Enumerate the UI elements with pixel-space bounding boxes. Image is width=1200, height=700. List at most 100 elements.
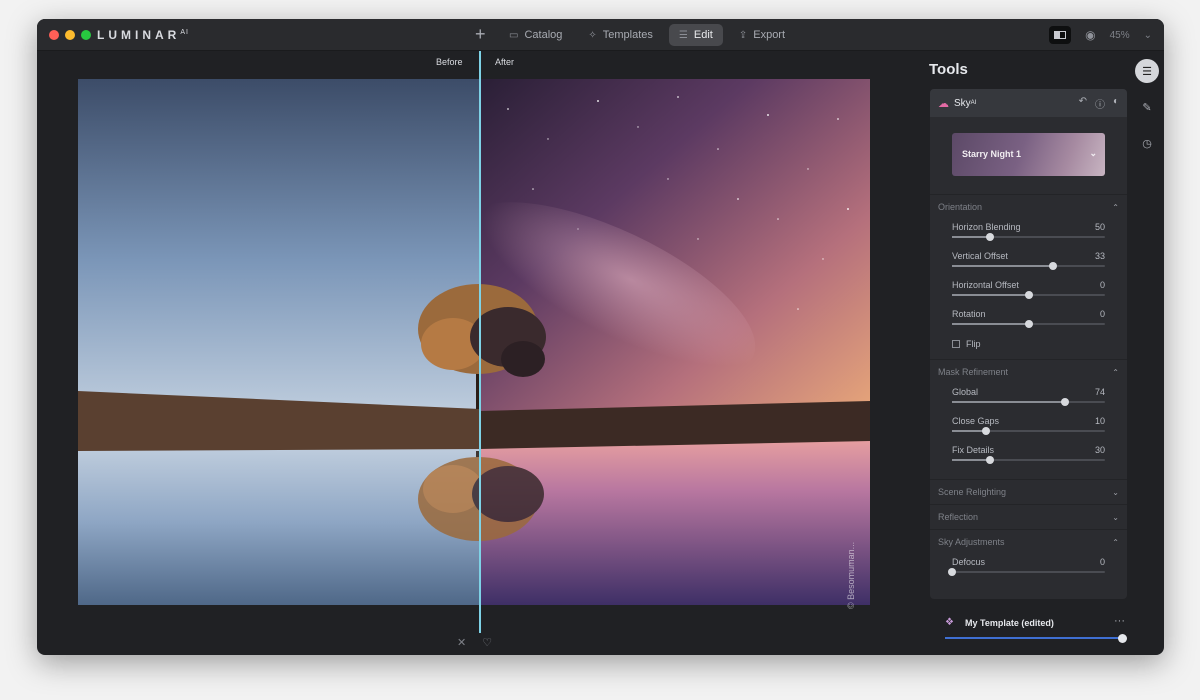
slider-knob[interactable] [1118, 634, 1127, 643]
compare-toggle-button[interactable] [1049, 26, 1072, 44]
sky-tool-panel: ☁ Sky AI ↶ ⓘ ◐ Starry Night 1 ⌄ Orientati… [930, 89, 1127, 599]
app-logo: LUMINARAI [97, 28, 189, 42]
undo-icon[interactable]: ↶ [1079, 96, 1087, 111]
section-sky-adjustments-title: Sky Adjustments [938, 537, 1005, 547]
template-amount-slider[interactable] [945, 634, 1127, 643]
minimize-window-button[interactable] [65, 30, 75, 40]
tab-edit-label: Edit [693, 29, 713, 41]
reject-icon[interactable]: ✕ [457, 636, 466, 649]
slider-label: Close Gaps [952, 416, 1000, 426]
template-name: My Template (edited) [965, 618, 1054, 628]
section-scene-relighting-title: Scene Relighting [938, 487, 1007, 497]
slider-value: 74 [1094, 387, 1105, 397]
tab-catalog[interactable]: ▭ Catalog [499, 24, 572, 46]
chevron-down-icon: ⌄ [1089, 148, 1097, 158]
slider-label: Fix Details [952, 445, 995, 455]
sky-preset-selector[interactable]: Starry Night 1 ⌄ [952, 133, 1105, 176]
section-sky-adjustments: Sky Adjustments ⌃ Defocus 0 [930, 529, 1127, 583]
sky-panel-header[interactable]: ☁ Sky AI ↶ ⓘ ◐ [930, 89, 1127, 117]
slider-track[interactable] [952, 262, 1105, 270]
toolbar-right: ◉ 45% ⌄ [1049, 26, 1152, 44]
main-nav: ▭ Catalog ✧ Templates ☰ Edit ⇪ Export [499, 24, 795, 46]
compare-icon [1054, 31, 1067, 39]
slider-label: Rotation [952, 309, 986, 319]
before-label: Before [436, 57, 463, 67]
eye-icon[interactable]: ◉ [1085, 28, 1095, 42]
add-photos-button[interactable]: + [475, 24, 486, 45]
section-sky-adjustments-header[interactable]: Sky Adjustments ⌃ [938, 530, 1119, 554]
favorite-icon[interactable]: ♡ [482, 636, 492, 649]
slider-fill [952, 459, 991, 461]
history-icon[interactable]: ◷ [1135, 131, 1159, 155]
slider-defocus[interactable]: Defocus 0 [948, 554, 1105, 583]
photo-image [78, 79, 870, 605]
slider-knob[interactable] [986, 233, 995, 241]
chevron-down-icon[interactable]: ⌄ [1144, 30, 1152, 41]
slider-value: 0 [1099, 309, 1105, 319]
slider-knob[interactable] [1061, 398, 1070, 406]
slider-track[interactable] [948, 568, 1105, 576]
slider-track[interactable] [952, 291, 1105, 299]
slider-value: 33 [1094, 251, 1105, 261]
slider-value: 30 [1094, 445, 1105, 455]
chevron-down-icon: ⌄ [1112, 487, 1119, 497]
slider-fill [952, 265, 1053, 267]
slider-label: Vertical Offset [952, 251, 1008, 261]
flip-checkbox-row[interactable]: Flip [952, 339, 1105, 349]
before-after-divider[interactable] [479, 51, 481, 633]
more-icon[interactable]: ··· [1114, 615, 1125, 627]
toggle-icon[interactable]: ◐ [1113, 96, 1119, 111]
section-orientation-title: Orientation [938, 202, 983, 212]
slider-value: 0 [1099, 280, 1105, 290]
slider-fill [952, 401, 1066, 403]
tab-edit[interactable]: ☰ Edit [668, 24, 723, 46]
slider-knob[interactable] [948, 568, 956, 576]
photo-canvas[interactable] [78, 79, 870, 605]
slider-vertical-offset[interactable]: Vertical Offset 33 [952, 248, 1105, 277]
slider-horizontal-offset[interactable]: Horizontal Offset 0 [952, 277, 1105, 306]
window-controls [49, 30, 91, 40]
sliders-icon[interactable]: ☰ [1135, 59, 1159, 83]
slider-value: 10 [1094, 416, 1105, 426]
tab-catalog-label: Catalog [524, 29, 563, 41]
slider-track[interactable] [952, 456, 1105, 464]
slider-knob[interactable] [1048, 262, 1057, 270]
slider-knob[interactable] [1024, 320, 1033, 328]
section-orientation-header[interactable]: Orientation ⌃ [938, 195, 1119, 219]
close-window-button[interactable] [49, 30, 59, 40]
slider-track[interactable] [952, 427, 1105, 435]
chevron-up-icon: ⌃ [1112, 367, 1119, 377]
slider-fill [952, 236, 991, 238]
slider-horizon-blending[interactable]: Horizon Blending 50 [952, 219, 1105, 248]
slider-track[interactable] [952, 398, 1105, 406]
cloud-icon: ☁ [938, 97, 949, 110]
slider-knob[interactable] [981, 427, 990, 435]
section-mask-header[interactable]: Mask Refinement ⌃ [938, 360, 1119, 384]
tools-title: Tools [929, 61, 968, 78]
slider-track[interactable] [952, 233, 1105, 241]
slider-knob[interactable] [1024, 291, 1033, 299]
slider-knob[interactable] [986, 456, 995, 464]
info-icon[interactable]: ⓘ [1095, 96, 1105, 111]
tab-templates[interactable]: ✧ Templates [578, 24, 663, 46]
section-scene-relighting-header[interactable]: Scene Relighting ⌄ [938, 480, 1119, 504]
tab-export[interactable]: ⇪ Export [729, 24, 795, 46]
zoom-level[interactable]: 45% [1110, 30, 1130, 41]
slider-global[interactable]: Global 74 [952, 384, 1105, 413]
folder-icon: ▭ [509, 29, 519, 41]
slider-value: 50 [1094, 222, 1105, 232]
section-reflection-header[interactable]: Reflection ⌄ [938, 505, 1119, 529]
slider-close-gaps[interactable]: Close Gaps 10 [952, 413, 1105, 442]
chevron-down-icon: ⌄ [1112, 512, 1119, 522]
flip-checkbox[interactable] [952, 340, 960, 348]
slider-label: Global [952, 387, 979, 397]
zoom-window-button[interactable] [81, 30, 91, 40]
slider-fix-details[interactable]: Fix Details 30 [952, 442, 1105, 471]
section-orientation: Orientation ⌃ Horizon Blending 50 Vertic… [930, 194, 1127, 349]
logo-sup: AI [180, 29, 189, 36]
brush-icon[interactable]: ✎ [1135, 95, 1159, 119]
slider-value: 0 [1099, 557, 1105, 567]
slider-rotation[interactable]: Rotation 0 [952, 306, 1105, 335]
slider-track[interactable] [952, 320, 1105, 328]
chevron-up-icon: ⌃ [1112, 537, 1119, 547]
